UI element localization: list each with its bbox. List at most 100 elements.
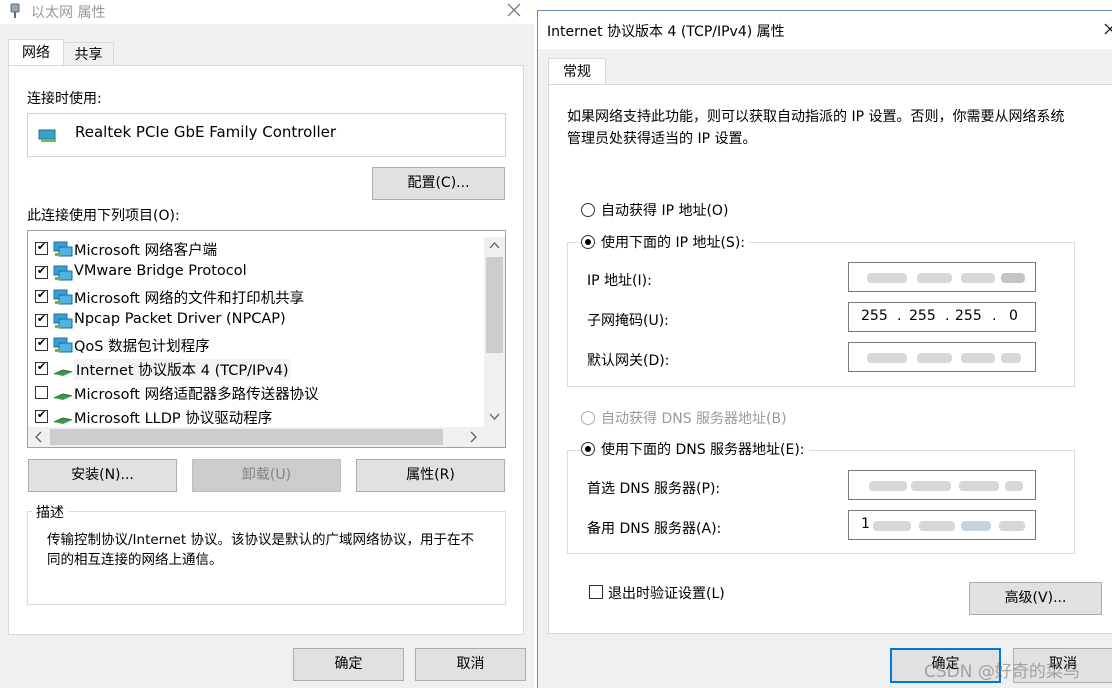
item-label: Internet 协议版本 4 (TCP/IPv4) (74, 359, 291, 380)
list-item[interactable]: Microsoft 网络客户端 (28, 237, 482, 261)
adapter-name: Realtek PCIe GbE Family Controller (75, 123, 337, 141)
list-item[interactable]: Microsoft LLDP 协议驱动程序 (28, 405, 482, 429)
alternate-dns-visible-digit: 1 (861, 516, 870, 532)
ipv4-window-title: Internet 协议版本 4 (TCP/IPv4) 属性 (547, 24, 785, 40)
auto-dns-radio[interactable] (581, 411, 595, 425)
item-label: Microsoft LLDP 协议驱动程序 (74, 411, 273, 427)
list-item[interactable]: Internet 协议版本 4 (TCP/IPv4) (28, 357, 482, 381)
close-icon[interactable] (505, 0, 523, 20)
list-item[interactable]: Npcap Packet Driver (NPCAP) (28, 309, 482, 333)
properties-button[interactable]: 属性(R) (356, 459, 505, 492)
auto-ip-label[interactable]: 自动获得 IP 地址(O) (601, 200, 728, 220)
horizontal-scrollbar[interactable] (28, 427, 505, 447)
preferred-dns-input[interactable] (848, 470, 1036, 500)
redacted-ip (869, 481, 907, 491)
redacted-ip (961, 353, 995, 363)
ipv4-title-bar: Internet 协议版本 4 (TCP/IPv4) 属性 (538, 11, 1112, 49)
subnet-mask-input[interactable]: 255 . 255 . 255 . 0 (848, 302, 1036, 332)
item-label: Microsoft 网络适配器多路传送器协议 (74, 387, 319, 403)
ethernet-cancel-button[interactable]: 取消 (415, 648, 526, 681)
manual-dns-label[interactable]: 使用下面的 DNS 服务器地址(E): (597, 439, 809, 459)
redacted-ip (867, 273, 907, 283)
ethernet-properties-window: 以太网 属性 网络 共享 连接时使用: Realtek PCIe GbE Fam… (0, 0, 534, 688)
redacted-ip (1005, 481, 1023, 491)
ethernet-ok-button[interactable]: 确定 (293, 648, 404, 681)
install-button[interactable]: 安装(N)... (28, 459, 177, 492)
validate-label[interactable]: 退出时验证设置(L) (608, 583, 725, 603)
auto-dns-label[interactable]: 自动获得 DNS 服务器地址(B) (601, 408, 787, 428)
item-label: Npcap Packet Driver (NPCAP) (74, 311, 286, 327)
redacted-ip (919, 521, 955, 531)
item-label: Microsoft 网络客户端 (74, 243, 218, 259)
vertical-scroll-thumb[interactable] (486, 257, 503, 353)
manual-dns-radio[interactable] (581, 442, 595, 456)
item-checkbox[interactable] (35, 240, 48, 255)
vertical-scrollbar[interactable] (484, 237, 505, 427)
redacted-ip (959, 481, 999, 491)
redacted-ip (961, 273, 995, 283)
description-label: 描述 (32, 502, 68, 522)
auto-ip-radio[interactable] (581, 203, 595, 217)
advanced-button[interactable]: 高级(V)... (969, 582, 1102, 615)
ip-address-input[interactable] (848, 262, 1036, 292)
items-label: 此连接使用下列项目(O): (27, 208, 180, 224)
item-checkbox[interactable] (35, 288, 48, 303)
subnet-label: 子网掩码(U): (587, 313, 669, 329)
octet-dot: . (897, 308, 902, 324)
gateway-input[interactable] (848, 342, 1036, 372)
network-client-icon (53, 289, 73, 309)
item-checkbox[interactable] (35, 312, 48, 327)
item-checkbox[interactable] (35, 336, 48, 351)
description-text: 传输控制协议/Internet 协议。该协议是默认的广域网络协议，用于在不同的相… (47, 532, 474, 568)
octet-dot: . (992, 308, 997, 324)
tab-sharing[interactable]: 共享 (63, 42, 114, 66)
tab-general[interactable]: 常规 (548, 58, 606, 85)
list-item[interactable]: VMware Bridge Protocol (28, 261, 482, 285)
preferred-dns-label: 首选 DNS 服务器(P): (587, 481, 721, 497)
network-client-icon (53, 241, 73, 261)
alternate-dns-input[interactable]: 1 (848, 510, 1036, 540)
subnet-octet-2: 255 (909, 308, 936, 324)
scroll-down-icon[interactable] (489, 410, 500, 426)
redacted-ip (1001, 353, 1021, 363)
tab-network[interactable]: 网络 (8, 39, 64, 66)
network-adapter-icon (38, 128, 58, 148)
subnet-octet-4: 0 (1009, 308, 1018, 324)
validate-checkbox[interactable] (589, 585, 603, 599)
item-checkbox[interactable] (35, 264, 48, 279)
list-item[interactable]: Microsoft 网络的文件和打印机共享 (28, 285, 482, 309)
gateway-label: 默认网关(D): (587, 353, 670, 369)
ethernet-title-bar: 以太网 属性 (0, 0, 534, 24)
adapter-box: Realtek PCIe GbE Family Controller (27, 113, 506, 157)
protocol-icon (53, 361, 73, 381)
configure-button[interactable]: 配置(C)... (372, 167, 505, 200)
item-checkbox[interactable] (35, 408, 48, 423)
redacted-ip (961, 521, 991, 531)
intro-text: 如果网络支持此功能，则可以获取自动指派的 IP 设置。否则，你需要从网络系统管理… (567, 109, 1065, 147)
manual-ip-label[interactable]: 使用下面的 IP 地址(S): (597, 232, 749, 252)
redacted-ip (867, 353, 907, 363)
items-list: Microsoft 网络客户端 VMware Bridge Protocol Mic… (27, 230, 506, 448)
redacted-ip (999, 521, 1025, 531)
item-checkbox[interactable] (35, 386, 48, 399)
list-item[interactable]: QoS 数据包计划程序 (28, 333, 482, 357)
scroll-up-icon[interactable] (489, 239, 500, 255)
network-client-icon (53, 337, 73, 357)
item-label: QoS 数据包计划程序 (74, 339, 210, 355)
redacted-ip (911, 481, 951, 491)
scroll-left-icon[interactable] (33, 431, 44, 447)
redacted-ip (873, 521, 911, 531)
alternate-dns-label: 备用 DNS 服务器(A): (587, 521, 722, 537)
horizontal-scroll-thumb[interactable] (50, 429, 443, 445)
network-client-icon (53, 265, 73, 285)
ethernet-window-title: 以太网 属性 (31, 5, 106, 21)
manual-ip-radio[interactable] (581, 235, 595, 249)
ethernet-window-icon (10, 3, 20, 19)
list-item[interactable]: Microsoft 网络适配器多路传送器协议 (28, 381, 482, 405)
redacted-ip (917, 353, 952, 363)
item-checkbox[interactable] (35, 360, 48, 375)
scroll-right-icon[interactable] (468, 431, 479, 447)
protocol-icon (53, 385, 73, 405)
ipv4-close-icon[interactable] (1104, 21, 1112, 39)
uninstall-button[interactable]: 卸载(U) (192, 459, 341, 492)
